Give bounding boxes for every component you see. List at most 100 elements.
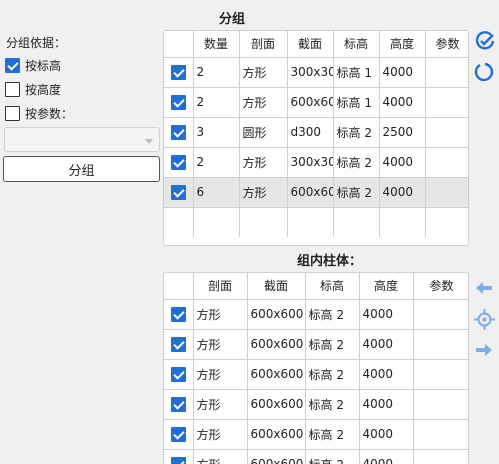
empty-cell [239,207,288,237]
members-header-level[interactable]: 标高 [305,273,360,300]
groups-row-checkbox[interactable] [164,117,194,148]
empty-cell [287,207,334,237]
cell-profile: 方形 [193,359,248,390]
cell-height: 4000 [379,177,426,208]
checkbox[interactable] [170,396,186,412]
checkbox[interactable] [170,154,186,170]
cell-count: 2 [193,147,240,178]
cell-level: 标高 2 [305,329,360,360]
group-button[interactable]: 分组 [3,156,160,182]
cell-count: 2 [193,87,240,118]
groups-row-selected[interactable]: 6 方形 600x600 标高 2 4000 [164,177,468,208]
groups-row[interactable]: 2 方形 300x300 标高 1 4000 [164,57,468,88]
members-row-checkbox[interactable] [164,299,194,330]
groups-row-checkbox[interactable] [164,177,194,208]
checkbox[interactable] [170,306,186,322]
members-grid[interactable]: 剖面 截面 标高 高度 参数 方形 600x600 标高 2 4000 方形 6… [163,272,469,464]
param-select[interactable] [4,127,160,152]
members-row-checkbox[interactable] [164,419,194,450]
groups-grid[interactable]: 数量 剖面 截面 标高 高度 参数 2 方形 300x300 标高 1 4000… [163,30,469,246]
members-row-checkbox[interactable] [164,449,194,464]
empty-cell [333,207,380,237]
cell-profile: 圆形 [239,117,288,148]
refresh-icon[interactable] [473,61,497,88]
checkbox[interactable] [170,184,186,200]
checkbox[interactable] [170,426,186,442]
members-row[interactable]: 方形 600x600 标高 2 4000 [164,359,468,390]
groups-header-param[interactable]: 参数 [425,31,468,58]
checkbox-by-level[interactable] [5,58,20,73]
groups-header-height[interactable]: 高度 [379,31,426,58]
cell-height: 4000 [379,57,426,88]
arrow-left-icon[interactable] [474,279,496,299]
groups-title: 分组 [219,12,246,27]
checkbox-by-height[interactable] [5,82,20,97]
groups-row-checkbox[interactable] [164,147,194,178]
checkbox[interactable] [170,456,186,464]
cell-section: 600x600 [247,419,306,450]
members-row[interactable]: 方形 600x600 标高 2 4000 [164,419,468,450]
checkbox[interactable] [170,124,186,140]
arrow-right-icon[interactable] [474,341,496,361]
groups-row[interactable]: 2 方形 300x300 标高 2 4000 [164,147,468,178]
groups-row-checkbox[interactable] [164,87,194,118]
groups-header-count[interactable]: 数量 [193,31,240,58]
cell-height: 4000 [359,419,414,450]
cell-level: 标高 1 [333,57,380,88]
groups-header-profile[interactable]: 剖面 [239,31,288,58]
option-by-param-label: 按参数： [25,107,74,121]
empty-cell [425,207,468,237]
cell-level: 标高 2 [305,449,360,464]
cell-height: 4000 [359,359,414,390]
cell-level: 标高 2 [333,177,380,208]
members-row[interactable]: 方形 600x600 标高 2 4000 [164,299,468,330]
cell-height: 4000 [359,449,414,464]
cell-param [413,449,468,464]
groups-header-section[interactable]: 截面 [287,31,334,58]
cell-section: 600x600 [247,299,306,330]
groups-header-level[interactable]: 标高 [333,31,380,58]
groups-row-checkbox[interactable] [164,57,194,88]
groups-row[interactable]: 3 圆形 d300 标高 2 2500 [164,117,468,148]
option-by-param[interactable]: 按参数： [5,105,73,122]
members-header-param[interactable]: 参数 [413,273,468,300]
cell-param [413,389,468,420]
cell-section: d300 [287,117,334,148]
checkbox-by-param[interactable] [5,106,20,121]
groups-header-select [164,31,194,58]
members-row[interactable]: 方形 600x600 标高 2 4000 [164,389,468,420]
groups-empty-row [164,207,468,237]
check-all-icon-svg [475,31,495,50]
groups-header-row: 数量 剖面 截面 标高 高度 参数 [164,31,468,58]
members-header-profile[interactable]: 剖面 [193,273,248,300]
option-by-level[interactable]: 按标高 [5,57,61,74]
cell-profile: 方形 [193,419,248,450]
checkbox[interactable] [170,336,186,352]
check-all-icon[interactable] [473,30,497,57]
cell-param [413,419,468,450]
members-row-checkbox[interactable] [164,389,194,420]
members-header-section[interactable]: 截面 [247,273,306,300]
checkbox[interactable] [170,94,186,110]
cell-section: 600x600 [247,359,306,390]
members-header-height[interactable]: 高度 [359,273,414,300]
members-row[interactable]: 方形 600x600 标高 2 4000 [164,329,468,360]
members-row-checkbox[interactable] [164,359,194,390]
groups-row[interactable]: 2 方形 600x600 标高 1 4000 [164,87,468,118]
option-by-height[interactable]: 按高度 [5,81,61,98]
members-row[interactable]: 方形 600x600 标高 2 4000 [164,449,468,464]
cell-param [425,147,468,178]
cell-profile: 方形 [239,87,288,118]
cell-height: 2500 [379,117,426,148]
members-header-row: 剖面 截面 标高 高度 参数 [164,273,468,300]
cell-level: 标高 2 [305,419,360,450]
locate-icon[interactable] [474,309,496,331]
checkbox[interactable] [170,64,186,80]
cell-profile: 方形 [193,329,248,360]
checkbox[interactable] [170,366,186,382]
cell-profile: 方形 [239,57,288,88]
empty-cell [164,207,194,237]
cell-param [413,299,468,330]
members-row-checkbox[interactable] [164,329,194,360]
cell-section: 300x300 [287,57,334,88]
